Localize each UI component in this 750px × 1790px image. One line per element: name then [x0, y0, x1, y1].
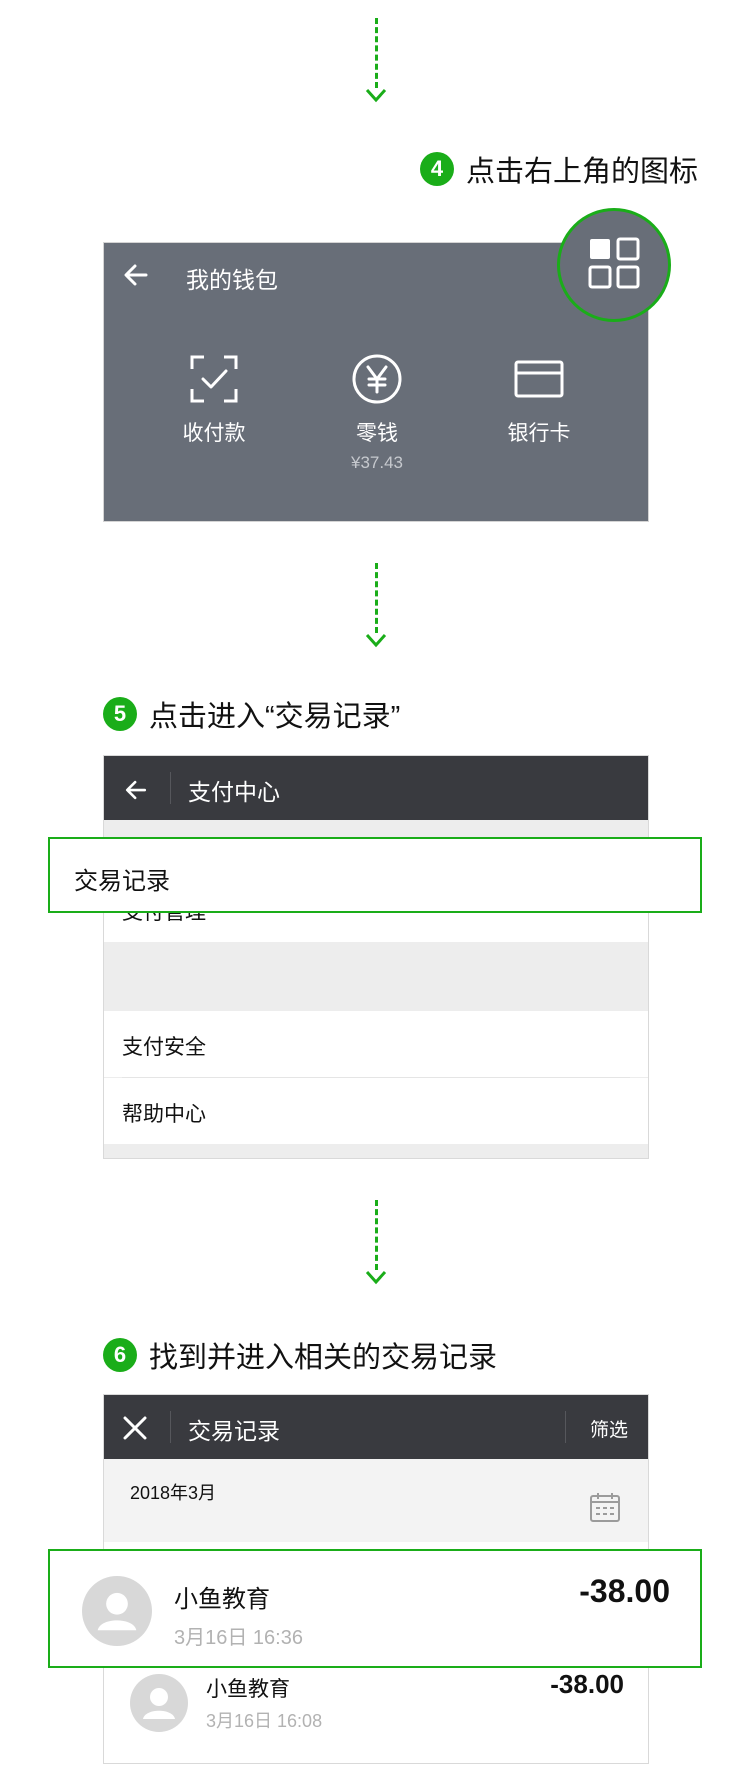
- flow-arrow: [364, 18, 388, 108]
- grid-menu-icon: [588, 237, 640, 294]
- transactions-title: 交易记录: [188, 1418, 280, 1444]
- menu-item-payment-security[interactable]: 支付安全: [104, 1011, 648, 1077]
- close-icon[interactable]: [122, 1415, 148, 1446]
- grid-menu-button[interactable]: [557, 208, 671, 322]
- yuan-coin-icon: [297, 351, 457, 407]
- menu-item-label: 帮助中心: [122, 1103, 206, 1126]
- menu-item-label: 支付安全: [122, 1036, 206, 1059]
- transaction-row-highlighted[interactable]: 小鱼教育 3月16日 16:36 -38.00: [48, 1549, 702, 1668]
- wallet-item-receive-pay[interactable]: 收付款: [134, 351, 294, 447]
- menu-item-help-center[interactable]: 帮助中心: [104, 1078, 648, 1144]
- pay-center-navbar: 支付中心: [104, 756, 648, 820]
- step-5-title: 5 点击进入“交易记录”: [103, 693, 400, 735]
- step-number-badge: 5: [103, 697, 137, 731]
- calendar-icon[interactable]: [589, 1491, 621, 1528]
- bank-card-icon: [459, 351, 619, 407]
- avatar: [130, 1674, 188, 1732]
- month-label: 2018年3月: [130, 1483, 217, 1503]
- step-4-title: 4 点击右上角的图标: [420, 148, 698, 190]
- filter-button[interactable]: 筛选: [590, 1415, 628, 1442]
- navbar-divider: [170, 772, 171, 804]
- wallet-item-bank-card[interactable]: 银行卡: [459, 351, 619, 447]
- back-arrow-icon[interactable]: [120, 259, 152, 296]
- transaction-amount: -38.00: [550, 1669, 624, 1699]
- merchant-name: 小鱼教育: [174, 1586, 270, 1613]
- wallet-item-label: 银行卡: [507, 422, 571, 445]
- menu-item-transaction-records[interactable]: 交易记录: [48, 837, 702, 913]
- step-6-title: 6 找到并进入相关的交易记录: [103, 1334, 497, 1376]
- transactions-navbar: 交易记录 筛选: [104, 1395, 648, 1459]
- transaction-time: 3月16日 16:36: [174, 1627, 303, 1649]
- wallet-item-label: 零钱: [356, 422, 398, 445]
- wallet-item-label: 收付款: [182, 422, 246, 445]
- menu-item-label: 交易记录: [74, 868, 170, 895]
- step-number-badge: 4: [420, 152, 454, 186]
- step-text: 点击右上角的图标: [466, 156, 699, 188]
- scan-check-icon: [134, 351, 294, 407]
- month-header: 2018年3月: [104, 1459, 648, 1542]
- pay-center-title: 支付中心: [188, 779, 280, 805]
- step-number-badge: 6: [103, 1338, 137, 1372]
- navbar-divider: [565, 1411, 566, 1443]
- balance-value: ¥37.43: [351, 453, 403, 472]
- avatar: [82, 1576, 152, 1646]
- merchant-name: 小鱼教育: [206, 1678, 290, 1701]
- flow-arrow: [364, 1200, 388, 1290]
- flow-arrow: [364, 563, 388, 653]
- step-text: 找到并进入相关的交易记录: [149, 1342, 498, 1374]
- wallet-item-change[interactable]: 零钱 ¥37.43: [297, 351, 457, 473]
- wallet-title: 我的钱包: [186, 267, 278, 293]
- transaction-time: 3月16日 16:08: [206, 1711, 323, 1731]
- step-text: 点击进入“交易记录”: [149, 701, 401, 733]
- transaction-amount: -38.00: [579, 1573, 670, 1609]
- back-arrow-icon[interactable]: [122, 776, 150, 809]
- pay-center-screen: 支付中心 支付管理 支付安全 帮助中心: [103, 755, 649, 1159]
- navbar-divider: [170, 1411, 171, 1443]
- transaction-row[interactable]: 小鱼教育 3月16日 16:08 -38.00: [104, 1663, 648, 1753]
